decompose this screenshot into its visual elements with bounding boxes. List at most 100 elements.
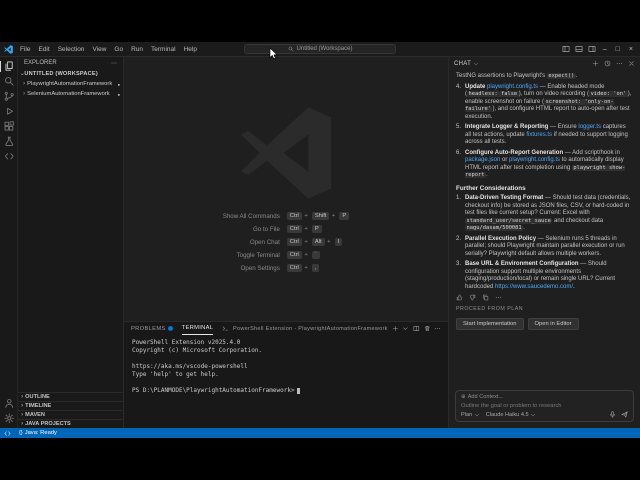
inline-link[interactable]: playwright.config.ts <box>509 157 560 163</box>
toggle-panel-icon[interactable] <box>575 45 583 53</box>
chat-list-item: 3. Base URL & Environment Configuration … <box>456 261 633 291</box>
vscode-watermark-logo <box>240 107 332 199</box>
minimize-button[interactable]: – <box>601 46 609 53</box>
shortcut-label: Open Settings <box>240 264 280 272</box>
extensions[interactable] <box>0 119 18 134</box>
inline-link[interactable]: playwright.config.ts <box>487 84 538 90</box>
explorer-actions-icon[interactable]: ⋯ <box>111 60 117 67</box>
menu-item[interactable]: Terminal <box>147 46 180 53</box>
add-context-button[interactable]: ⊕ Add Context... <box>461 394 628 400</box>
inline-link[interactable]: logger.ts <box>578 124 601 130</box>
chat-action-button[interactable]: Start Implementation <box>456 317 524 330</box>
sidebar-section[interactable]: › OUTLINE <box>18 392 123 401</box>
settings[interactable] <box>0 411 18 426</box>
chat-close-icon[interactable] <box>628 60 635 67</box>
remote-explorer[interactable] <box>0 149 18 164</box>
inline-link[interactable]: https://www.saucedemo.com/ <box>495 284 573 290</box>
text-segment: Parallel Execution Policy <box>465 235 537 242</box>
copy-icon[interactable] <box>482 294 489 301</box>
menu-item[interactable]: View <box>88 46 110 53</box>
accounts[interactable] <box>0 396 18 411</box>
java-status-label: Java: Ready <box>24 430 57 436</box>
terminal-output[interactable]: PowerShell Extension v2025.4.0 Copyright … <box>124 335 448 428</box>
vscode-logo-icon <box>0 45 16 54</box>
command-center[interactable]: Untitled (Workspace) <box>244 44 396 54</box>
shortcut-keys: Ctrl` <box>286 251 350 259</box>
toggle-sidebar-icon[interactable] <box>562 45 570 53</box>
kill-terminal-icon[interactable] <box>424 325 431 332</box>
inline-link[interactable]: fixtures.ts <box>526 132 552 138</box>
split-terminal-icon[interactable] <box>413 325 420 332</box>
source-control[interactable] <box>0 89 18 104</box>
screen: File Edit Selection View Go Run Terminal Help U… <box>0 0 640 480</box>
mouse-cursor <box>269 47 278 60</box>
menu-item[interactable]: Run <box>127 46 147 53</box>
mode-selector[interactable]: Plan <box>461 412 480 418</box>
chat-action-button[interactable]: Open in Editor <box>527 317 579 330</box>
chat-considerations-list: 1. Data-Driven Testing Format — Should t… <box>456 195 633 291</box>
inline-link[interactable]: package.json <box>465 157 500 163</box>
chat-more-icon[interactable] <box>616 60 623 67</box>
chevron-down-icon[interactable] <box>402 325 409 332</box>
text-segment: Data-Driven Testing Format <box>465 195 544 201</box>
search[interactable] <box>0 74 18 89</box>
explorer-tree: › PlaywrightAutomationFramework ● › Sele… <box>18 79 123 99</box>
new-terminal-icon[interactable] <box>392 325 399 332</box>
tab-problems[interactable]: PROBLEMS <box>131 322 173 335</box>
keycap: Ctrl <box>286 264 302 272</box>
shortcut-label: Open Chat <box>249 238 280 246</box>
keycap: Ctrl <box>286 238 302 246</box>
chat-history-icon[interactable] <box>604 60 611 67</box>
remote-icon <box>4 430 11 437</box>
toggle-secondary-sidebar-icon[interactable] <box>588 45 596 53</box>
thumbs-up-icon[interactable] <box>456 294 463 301</box>
chat-feedback-row <box>456 294 633 301</box>
sidebar-section[interactable]: › MAVEN <box>18 410 123 419</box>
java-status[interactable]: {} Java: Ready <box>19 430 57 436</box>
sidebar-section-label: MAVEN <box>25 412 45 418</box>
menu-item[interactable]: Selection <box>54 46 89 53</box>
close-button[interactable]: × <box>627 46 635 53</box>
maximize-button[interactable]: □ <box>614 46 622 53</box>
folder-name: SeleniumAutomationFramework <box>27 91 110 97</box>
menu-item[interactable]: Edit <box>34 46 53 53</box>
menu-bar: File Edit Selection View Go Run Terminal Help <box>16 46 201 53</box>
send-icon[interactable] <box>621 411 628 418</box>
microphone-icon[interactable] <box>609 411 616 418</box>
panel-more-icon[interactable] <box>434 325 441 332</box>
chevron-right-icon: › <box>21 401 24 409</box>
bottom-panel: PROBLEMS TERMINAL PowerShell Extension -… <box>124 321 448 428</box>
terminal-session-label[interactable]: PowerShell Extension - PlaywrightAutomat… <box>233 326 388 332</box>
explorer[interactable] <box>0 59 18 74</box>
shortcut-label: Go to File <box>252 225 280 233</box>
thumbs-down-icon[interactable] <box>469 294 476 301</box>
menu-item[interactable]: Go <box>110 46 127 53</box>
model-label: Claude Haiku 4.5 <box>485 411 529 418</box>
feedback-more-icon[interactable] <box>495 294 502 301</box>
tree-item[interactable]: › SeleniumAutomationFramework ● <box>18 89 123 99</box>
sidebar-section[interactable]: › JAVA PROJECTS <box>18 419 123 428</box>
model-selector[interactable]: Claude Haiku 4.5 <box>486 412 536 418</box>
text-segment: Base URL & Environment Configuration <box>465 261 579 267</box>
chat-input-placeholder[interactable]: Outline the goal or problem to research <box>461 403 628 409</box>
new-chat-icon[interactable] <box>592 60 599 67</box>
testing[interactable] <box>0 134 18 149</box>
sidebar-empty-space <box>18 99 123 392</box>
keycap: Ctrl <box>286 225 302 233</box>
editor-area[interactable]: Show All Commands CtrlShiftP Go to File … <box>124 57 448 321</box>
activity-bar <box>0 57 18 428</box>
chevron-down-icon[interactable] <box>473 61 479 67</box>
sidebar-sections: › OUTLINE › TIMELINE › MAVEN › JAVA PROJ… <box>18 392 123 428</box>
remote-indicator[interactable] <box>4 430 11 437</box>
menu-item[interactable]: File <box>16 46 34 53</box>
tree-item[interactable]: › PlaywrightAutomationFramework ● <box>18 79 123 89</box>
tab-terminal[interactable]: TERMINAL <box>181 322 214 335</box>
chevron-right-icon: › <box>23 79 26 87</box>
sidebar-section[interactable]: › TIMELINE <box>18 401 123 410</box>
menu-item[interactable]: Help <box>180 46 201 53</box>
chat-composer[interactable]: ⊕ Add Context... Outline the goal or pro… <box>455 390 634 422</box>
workspace-section-header[interactable]: › UNTITLED (WORKSPACE) <box>18 69 123 79</box>
problems-badge <box>167 326 173 331</box>
inline-code: standard_user/secret_sauce <box>465 217 553 224</box>
run-and-debug[interactable] <box>0 104 18 119</box>
